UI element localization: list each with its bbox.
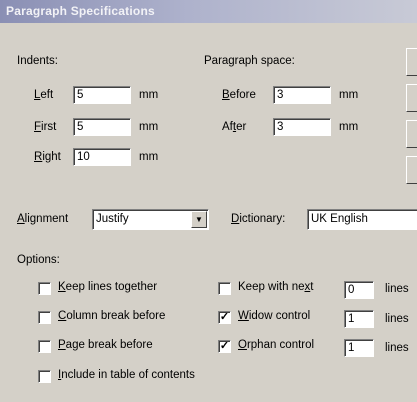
before-space-unit: mm — [339, 89, 359, 101]
keep-with-next-unit: lines — [385, 283, 409, 295]
paragraph-space-label: Paragraph space: — [204, 55, 295, 67]
options-label: Options: — [17, 254, 60, 266]
dictionary-value: UK English — [311, 213, 368, 225]
cancel-button[interactable] — [406, 84, 417, 112]
checkmark-icon: ✓ — [219, 340, 230, 352]
keep-with-next-lines-field[interactable]: 0 — [344, 281, 374, 299]
paragraph-specifications-dialog: Paragraph Specifications Indents: Left 5… — [0, 0, 417, 402]
alignment-select[interactable]: Justify ▼ — [92, 209, 209, 230]
before-space-label: Before — [222, 89, 256, 101]
orphan-control-lines-field[interactable]: 1 — [344, 339, 374, 357]
widow-control-unit: lines — [385, 313, 409, 325]
checkmark-icon: ✓ — [219, 311, 230, 323]
right-indent-label: Right — [34, 151, 61, 163]
column-break-before-checkbox[interactable] — [38, 311, 51, 324]
right-indent-field[interactable]: 10 — [73, 148, 131, 166]
keep-with-next-checkbox[interactable] — [218, 282, 231, 295]
orphan-control-checkbox[interactable]: ✓ — [218, 340, 231, 353]
column-break-before-label: Column break before — [58, 310, 166, 322]
widow-control-label: Widow control — [238, 310, 311, 322]
left-indent-label: Left — [34, 89, 54, 101]
left-indent-unit: mm — [139, 89, 159, 101]
indents-label: Indents: — [17, 55, 58, 67]
dictionary-select[interactable]: UK English — [307, 209, 417, 230]
keep-with-next-label: Keep with next — [238, 281, 314, 293]
widow-control-lines-field[interactable]: 1 — [344, 310, 374, 328]
dictionary-label: Dictionary: — [231, 213, 286, 225]
first-indent-label: First — [34, 121, 57, 133]
orphan-control-label: Orphan control — [238, 339, 315, 351]
first-indent-field[interactable]: 5 — [73, 118, 131, 136]
after-space-unit: mm — [339, 121, 359, 133]
left-indent-field[interactable]: 5 — [73, 86, 131, 104]
include-in-toc-checkbox[interactable] — [38, 370, 51, 383]
side-button-3[interactable] — [406, 120, 417, 148]
title-bar[interactable]: Paragraph Specifications — [0, 0, 417, 23]
chevron-down-icon[interactable]: ▼ — [191, 211, 207, 228]
after-space-field[interactable]: 3 — [273, 118, 331, 136]
side-button-4[interactable] — [406, 156, 417, 184]
page-break-before-checkbox[interactable] — [38, 340, 51, 353]
before-space-field[interactable]: 3 — [273, 86, 331, 104]
alignment-label: Alignment — [17, 213, 69, 225]
include-in-toc-label: Include in table of contents — [58, 369, 195, 381]
keep-lines-together-checkbox[interactable] — [38, 282, 51, 295]
alignment-value: Justify — [96, 213, 129, 225]
page-break-before-label: Page break before — [58, 339, 153, 351]
first-indent-unit: mm — [139, 121, 159, 133]
keep-lines-together-label: Keep lines together — [58, 281, 158, 293]
window-title: Paragraph Specifications — [6, 4, 155, 18]
ok-button[interactable] — [406, 48, 417, 76]
right-indent-unit: mm — [139, 151, 159, 163]
widow-control-checkbox[interactable]: ✓ — [218, 311, 231, 324]
after-space-label: After — [222, 121, 247, 133]
orphan-control-unit: lines — [385, 342, 409, 354]
